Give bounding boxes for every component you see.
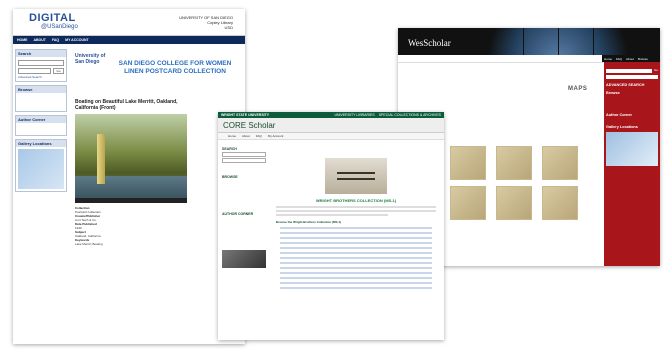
wes-nav-about[interactable]: About: [626, 57, 634, 61]
wes-author-corner-title: Author Corner: [606, 113, 632, 117]
usd-advanced-search-link[interactable]: Advanced Search: [18, 75, 64, 79]
usd-collection-title: SAN DIEGO COLLEGE FOR WOMEN LINEN POSTCA…: [118, 60, 232, 75]
usd-postcard-image[interactable]: [75, 114, 187, 198]
wes-map-thumbnail[interactable]: [542, 146, 578, 180]
wes-maps-heading: MAPS: [568, 86, 588, 92]
usd-author-corner-box: Author Corner: [15, 115, 67, 136]
wes-sidebar: Go ADVANCED SEARCH Browse Author Corner …: [604, 62, 660, 266]
wes-search-input[interactable]: [606, 69, 652, 73]
usd-nav-about[interactable]: ABOUT: [34, 38, 46, 42]
usd-university-sub2: USD: [224, 25, 233, 30]
usd-main: University of San Diego SAN DIEGO COLLEG…: [75, 49, 241, 246]
usd-logo-text[interactable]: DIGITAL: [29, 12, 76, 24]
usd-logo-subtext: @USanDiego: [41, 24, 78, 30]
usd-digital-screenshot: DIGITAL @USanDiego UNIVERSITY OF SAN DIE…: [13, 9, 245, 344]
core-sidebar: SEARCH BROWSE AUTHOR CORNER: [222, 144, 266, 268]
usd-meta-value: Lake Merritt; Boating: [75, 242, 103, 246]
core-site-title[interactable]: CORE Scholar: [223, 121, 275, 130]
core-university-name[interactable]: WRIGHT STATE UNIVERSITY: [221, 113, 269, 117]
usd-item-metadata: Collection Postcard Collection Creator/P…: [75, 206, 187, 246]
usd-sidebar: Search Go Advanced Search Browse Author …: [15, 49, 67, 195]
wes-gallery-title: Gallery Locations: [606, 125, 638, 129]
wes-top-nav: Home FAQ About Browse: [602, 55, 660, 62]
usd-search-input[interactable]: [18, 60, 64, 66]
usd-browse-title: Browse: [16, 86, 66, 93]
usd-search-title: Search: [16, 50, 66, 57]
core-main: WRIGHT BROTHERS COLLECTION (MS-1) Browse…: [276, 148, 436, 292]
core-link-libraries[interactable]: UNIVERSITY LIBRARIES: [334, 113, 374, 117]
core-list-heading: Browse the Wright Brothers Collection (M…: [276, 220, 342, 224]
core-nav-my-account[interactable]: My Account: [268, 134, 284, 138]
core-navbar: Home About FAQ My Account: [218, 133, 444, 140]
usd-gallery-box: Gallery Locations: [15, 139, 67, 192]
core-nav-faq[interactable]: FAQ: [256, 134, 262, 138]
wes-header: WesScholar: [398, 28, 660, 55]
usd-author-corner-title: Author Corner: [16, 116, 66, 123]
usd-nav-faq[interactable]: FAQ: [52, 38, 59, 42]
wes-gallery-map[interactable]: [606, 132, 658, 166]
wes-browse-title: Browse: [606, 91, 620, 95]
usd-search-scope-select[interactable]: [18, 68, 51, 74]
usd-nav-my-account[interactable]: MY ACCOUNT: [65, 38, 89, 42]
core-search-title: SEARCH: [222, 147, 237, 151]
wes-nav-faq[interactable]: FAQ: [616, 57, 622, 61]
core-nav-about[interactable]: About: [242, 134, 250, 138]
usd-nav-home[interactable]: HOME: [17, 38, 28, 42]
usd-header: DIGITAL @USanDiego UNIVERSITY OF SAN DIE…: [13, 9, 245, 36]
wes-nav-browse[interactable]: Browse: [638, 57, 648, 61]
wes-map-thumbnail-grid: [450, 146, 578, 220]
wes-map-thumbnail[interactable]: [496, 186, 532, 220]
usd-collection-banner: University of San Diego SAN DIEGO COLLEG…: [75, 53, 241, 83]
usd-navbar: HOME ABOUT FAQ MY ACCOUNT: [13, 36, 245, 44]
wes-site-title[interactable]: WesScholar: [408, 38, 451, 48]
wes-advanced-search-link[interactable]: ADVANCED SEARCH: [606, 83, 658, 87]
usd-university-block: UNIVERSITY OF SAN DIEGO Copley Library U…: [179, 15, 233, 30]
core-search-scope-select[interactable]: [222, 158, 266, 163]
usd-browse-box: Browse: [15, 85, 67, 112]
usd-gallery-map[interactable]: [18, 149, 64, 189]
core-nav-home[interactable]: Home: [228, 134, 236, 138]
wes-map-thumbnail[interactable]: [542, 186, 578, 220]
core-link-special-collections[interactable]: SPECIAL COLLECTIONS & ARCHIVES: [379, 113, 441, 117]
wes-header-window-graphic: [488, 28, 628, 55]
core-title-bar: CORE Scholar: [218, 118, 444, 133]
usd-image-viewer-controls[interactable]: [75, 198, 187, 203]
core-collection-title: WRIGHT BROTHERS COLLECTION (MS-1): [315, 198, 397, 203]
usd-item-title: Boating on Beautiful Lake Merritt, Oakla…: [75, 99, 178, 111]
usd-gallery-title: Gallery Locations: [16, 140, 66, 147]
core-sidebar-thumbnail[interactable]: [222, 250, 266, 268]
wes-map-thumbnail[interactable]: [450, 186, 486, 220]
wes-search-go-button[interactable]: Go: [654, 68, 658, 74]
wes-map-thumbnail[interactable]: [496, 146, 532, 180]
wes-search-scope-select[interactable]: [606, 75, 658, 79]
core-wright-flyer-image[interactable]: [325, 158, 387, 194]
usd-search-box: Search Go Advanced Search: [15, 49, 67, 82]
usd-search-go-button[interactable]: Go: [53, 68, 64, 74]
core-description: [276, 206, 436, 216]
wes-nav-home[interactable]: Home: [604, 57, 612, 61]
core-scholar-screenshot: WRIGHT STATE UNIVERSITY UNIVERSITY LIBRA…: [218, 112, 444, 340]
core-browse-list: Browse the Wright Brothers Collection (M…: [276, 220, 436, 289]
usd-university-logo: University of San Diego: [75, 53, 106, 65]
wes-map-thumbnail[interactable]: [450, 146, 486, 180]
core-search-input[interactable]: [222, 152, 266, 157]
